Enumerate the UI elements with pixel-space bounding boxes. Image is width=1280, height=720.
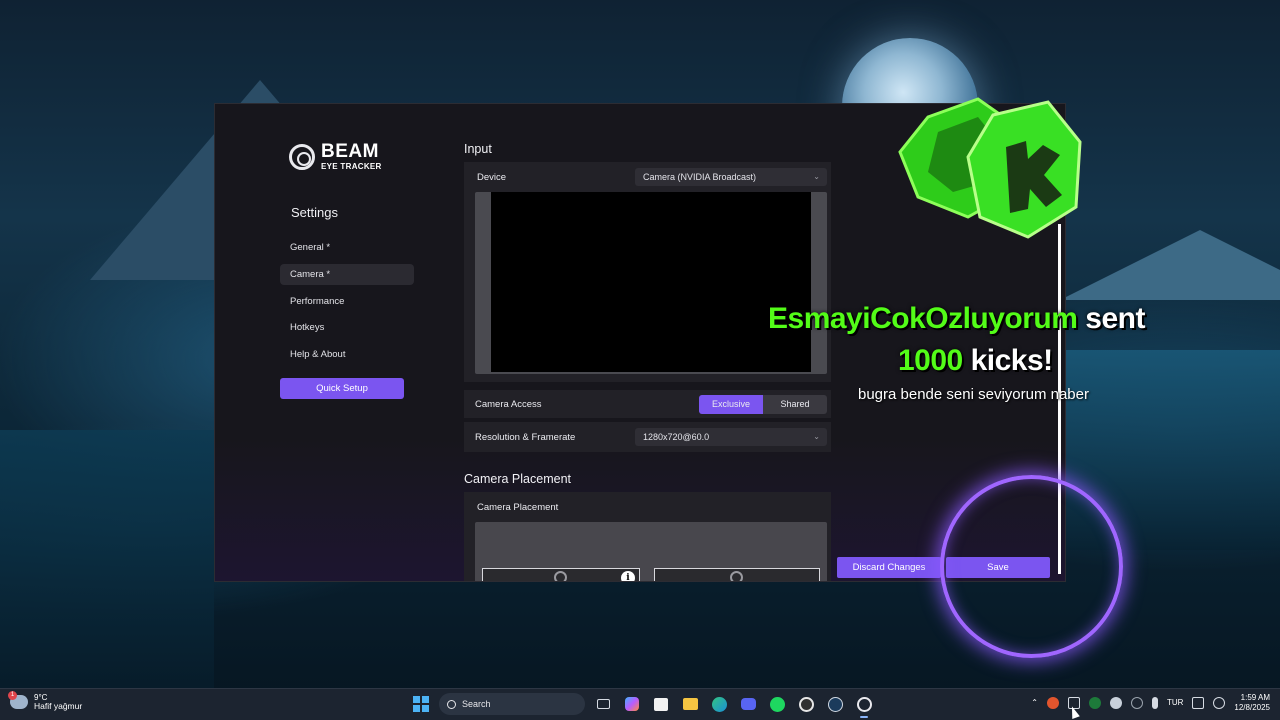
device-select[interactable]: Camera (NVIDIA Broadcast) ⌄ (635, 168, 827, 186)
taskbar-search[interactable]: Search (439, 693, 585, 715)
sidebar-item-hotkeys[interactable]: Hotkeys (280, 317, 414, 338)
camera-access-toggle: Exclusive Shared (699, 395, 827, 414)
alert-sent: sent (1085, 302, 1145, 335)
copilot-icon[interactable] (621, 693, 643, 715)
task-view-icon[interactable] (592, 693, 614, 715)
weather-widget[interactable]: 1 9°C Hafif yağmur (8, 691, 83, 712)
alert-amount: 1000 (898, 344, 963, 377)
obs-icon[interactable] (795, 693, 817, 715)
sidebar-item-help-about[interactable]: Help & About (280, 344, 414, 365)
resolution-label: Resolution & Framerate (475, 432, 576, 443)
sidebar-nav: General * Camera * Performance Hotkeys H… (280, 237, 414, 371)
resolution-select[interactable]: 1280x720@60.0 ⌄ (635, 428, 827, 446)
camera-position-left[interactable] (482, 568, 640, 581)
device-select-value: Camera (NVIDIA Broadcast) (643, 172, 757, 182)
kick-gem-icon (898, 97, 1082, 239)
chevron-down-icon: ⌄ (813, 432, 820, 441)
logo-title: BEAM (321, 141, 379, 162)
chevron-down-icon: ⌄ (813, 172, 820, 181)
sidebar-item-performance[interactable]: Performance (280, 291, 414, 312)
windows-icon (413, 696, 429, 712)
eye-off-icon[interactable] (1130, 696, 1143, 709)
clock-time: 1:59 AM (1240, 693, 1270, 702)
info-icon[interactable]: i (621, 571, 635, 581)
alert-headline: EsmayiCokOzluyorum sent (768, 302, 1145, 336)
alert-kicks: kicks! (970, 344, 1054, 377)
camera-placement-label: Camera Placement (477, 502, 559, 513)
clock-date: 12/8/2025 (1234, 702, 1270, 712)
steam-icon[interactable] (824, 693, 846, 715)
clock[interactable]: 1:59 AM 12/8/2025 (1234, 693, 1270, 712)
sidebar-title: Settings (291, 205, 338, 220)
microphone-icon[interactable] (1151, 696, 1158, 709)
camera-placement-title: Camera Placement (464, 472, 571, 486)
camera-access-shared[interactable]: Shared (763, 395, 827, 414)
app-tray-icon[interactable] (1046, 696, 1059, 709)
start-button[interactable] (410, 693, 432, 715)
chevron-up-icon[interactable]: ⌃ (1031, 698, 1038, 707)
beam-logo-icon (289, 143, 315, 170)
logo-subtitle: EYE TRACKER (321, 162, 382, 171)
quick-setup-button[interactable]: Quick Setup (280, 378, 404, 399)
network-icon[interactable] (1192, 696, 1205, 709)
camera-preview (491, 192, 811, 372)
resolution-select-value: 1280x720@60.0 (643, 432, 710, 442)
cloud-rain-icon: 1 (8, 691, 28, 710)
xbox-icon[interactable] (1088, 696, 1101, 709)
camera-access-label: Camera Access (475, 399, 542, 410)
store-icon[interactable] (650, 693, 672, 715)
beam-eye-tracker-icon[interactable] (853, 693, 875, 718)
device-label: Device (477, 172, 507, 183)
edge-icon[interactable] (708, 693, 730, 715)
webcam-icon (554, 571, 567, 581)
file-explorer-icon[interactable] (679, 693, 701, 715)
wallpaper-lake (0, 430, 214, 690)
highlight-ring (940, 475, 1123, 658)
discard-changes-button[interactable]: Discard Changes (837, 557, 941, 578)
weather-badge: 1 (8, 691, 17, 701)
discord-icon[interactable] (737, 693, 759, 715)
search-icon (447, 699, 456, 709)
taskbar-apps: Search (410, 693, 875, 718)
alert-amount-line: 1000 kicks! (898, 344, 1053, 378)
camera-access-exclusive[interactable]: Exclusive (699, 395, 763, 414)
webcam-icon (730, 571, 743, 581)
spotify-icon[interactable] (766, 693, 788, 715)
sidebar-item-camera[interactable]: Camera * (280, 263, 414, 285)
sidebar-item-general[interactable]: General * (280, 237, 414, 258)
search-label: Search (462, 699, 491, 709)
language-indicator[interactable]: TUR (1167, 698, 1183, 707)
alert-message: bugra bende seni seviyorum naber (858, 386, 1089, 403)
taskbar: 1 9°C Hafif yağmur Search ⌃ TUR 1:59 AM … (0, 688, 1280, 720)
volume-icon[interactable] (1213, 696, 1226, 709)
beam-logo: BEAM EYE TRACKER (289, 142, 382, 171)
steam-tray-icon[interactable] (1109, 696, 1122, 709)
alert-username: EsmayiCokOzluyorum (768, 302, 1078, 335)
wallpaper-mountain (1060, 230, 1280, 300)
camera-position-right[interactable] (654, 568, 820, 581)
input-section-title: Input (464, 142, 492, 156)
system-tray: ⌃ TUR 1:59 AM 12/8/2025 (1031, 693, 1270, 712)
weather-desc: Hafif yağmur (34, 701, 83, 712)
